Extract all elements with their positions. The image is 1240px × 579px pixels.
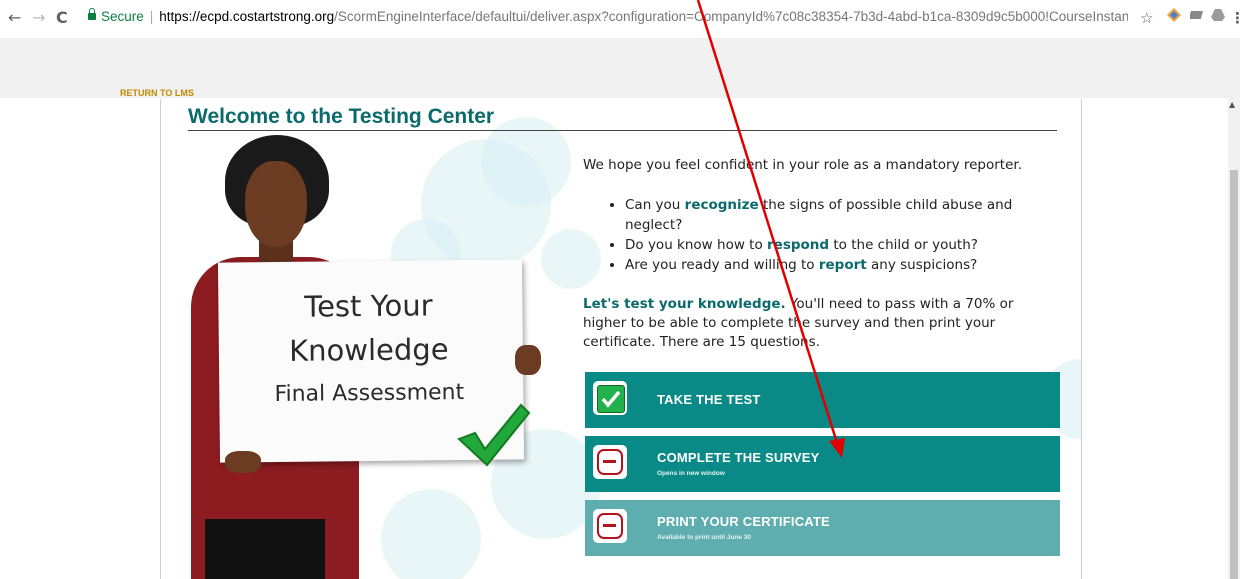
page-title: Welcome to the Testing Center (188, 105, 495, 128)
browser-toolbar: ← → C Secure | https://ecpd.costartstrong.… (0, 0, 1240, 39)
presenter-hand-right (515, 345, 541, 375)
list-item: Can you recognize the signs of possible … (625, 195, 1065, 235)
decor-bubble (381, 489, 481, 579)
print-certificate-label: PRINT YOUR CERTIFICATE (657, 514, 830, 529)
completed-check-icon (593, 381, 627, 415)
sign-line-2: Knowledge (288, 332, 449, 368)
scroll-up-arrow-icon[interactable]: ▲ (1229, 100, 1235, 109)
url-host: https://ecpd.costartstrong.org (159, 9, 335, 24)
secure-label: Secure (101, 9, 144, 24)
complete-survey-button[interactable]: COMPLETE THE SURVEY Opens in new window (585, 436, 1060, 492)
address-bar[interactable]: Secure | https://ecpd.costartstrong.org/Sc… (88, 3, 1128, 31)
locked-minus-icon (593, 509, 627, 543)
bookmark-star-icon[interactable]: ☆ (1140, 7, 1153, 29)
extension-box-icon[interactable] (1188, 7, 1206, 29)
complete-survey-note: Opens in new window (657, 470, 725, 477)
presenter-skirt (205, 519, 325, 579)
instructions-paragraph: Let's test your knowledge. You'll need t… (583, 296, 1014, 350)
extension-drive-icon[interactable] (1210, 7, 1226, 29)
take-test-label: TAKE THE TEST (657, 392, 761, 407)
locked-minus-icon (593, 445, 627, 479)
list-item: Do you know how to respond to the child … (625, 235, 1065, 255)
extension-color-icon[interactable] (1166, 7, 1182, 29)
print-certificate-button[interactable]: PRINT YOUR CERTIFICATE Available to prin… (585, 500, 1060, 556)
presenter-face (245, 161, 307, 247)
back-icon[interactable]: ← (8, 6, 21, 30)
return-to-lms-link[interactable]: RETURN TO LMS (120, 88, 194, 98)
sign-line-1: Test Your (304, 288, 433, 324)
take-test-button[interactable]: TAKE THE TEST (585, 372, 1060, 428)
course-content: Welcome to the Testing Center Test Your … (160, 99, 1082, 579)
title-divider (188, 130, 1057, 131)
list-item: Are you ready and willing to report any … (625, 255, 1065, 275)
question-list: Can you recognize the signs of possible … (603, 195, 1065, 275)
intro-text: We hope you feel confident in your role … (583, 157, 1023, 173)
decor-bubble (541, 229, 601, 289)
lock-icon (88, 8, 96, 20)
reload-icon[interactable]: C (56, 6, 68, 30)
complete-survey-label: COMPLETE THE SURVEY (657, 450, 820, 465)
green-checkmark-icon (457, 403, 531, 467)
browser-menu-icon[interactable]: ⋮ (1230, 7, 1240, 29)
url-path: /ScormEngineInterface/defaultui/deliver.… (334, 9, 1128, 24)
print-certificate-note: Available to print until June 30 (657, 534, 752, 541)
forward-icon[interactable]: → (32, 6, 45, 30)
presenter-hand-left (225, 451, 261, 473)
scrollbar-thumb[interactable] (1230, 170, 1238, 579)
